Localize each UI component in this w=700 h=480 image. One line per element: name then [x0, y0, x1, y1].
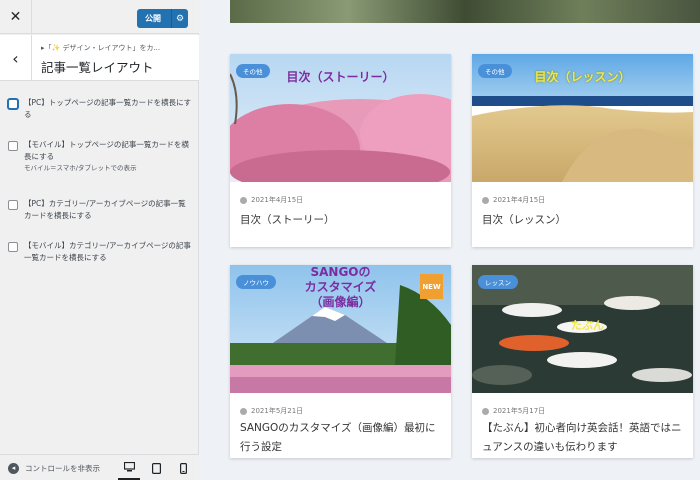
post-date: 2021年4月15日	[482, 195, 545, 205]
option-pc-top-horizontal[interactable]: 【PC】トップページの記事一覧カードを横長にする	[8, 97, 193, 121]
thumbnail-caption: 目次（ストーリー）	[286, 70, 395, 84]
card-thumbnail: ノウハウ NEW SANGOの カスタマイズ （画像編）	[230, 265, 451, 393]
date-text: 2021年4月15日	[493, 196, 546, 204]
option-label: 【PC】カテゴリー/アーカイブページの記事一覧カードを横長にする	[24, 199, 186, 220]
close-button[interactable]: ✕	[0, 0, 32, 34]
site-preview: その他 目次（ストーリー） 2021年4月15日 目次（ストーリー） その他 目…	[199, 0, 700, 480]
date-text: 2021年5月21日	[251, 407, 304, 415]
device-mobile-button[interactable]	[172, 455, 194, 480]
post-date: 2021年5月17日	[482, 406, 545, 416]
customizer-sidebar: ✕ 公開 ⚙ ‹ ▸「✨ デザイン・レイアウト」をカ... 記事一覧レイアウト …	[0, 0, 199, 480]
date-text: 2021年4月15日	[251, 196, 304, 204]
card-thumbnail: レッスン たぶん	[472, 265, 693, 393]
thumbnail-caption: SANGOの カスタマイズ （画像編）	[304, 265, 377, 309]
option-mobile-archive-horizontal[interactable]: 【モバイル】カテゴリー/アーカイブページの記事一覧カードを横長にする	[8, 240, 193, 264]
arrow-left-icon: ◂	[8, 462, 19, 474]
option-label: 【PC】トップページの記事一覧カードを横長にする	[24, 98, 192, 119]
checkbox[interactable]	[8, 141, 18, 151]
category-badge[interactable]: レッスン	[478, 275, 518, 289]
section-header: ‹ ▸「✨ デザイン・レイアウト」をカ... 記事一覧レイアウト	[0, 35, 199, 81]
gear-icon[interactable]: ⚙	[171, 9, 188, 28]
desktop-icon	[123, 461, 135, 471]
option-label: 【モバイル】トップページの記事一覧カードを横長にする	[24, 140, 189, 161]
card-title[interactable]: 目次（ストーリー）	[240, 211, 443, 230]
hide-controls-button[interactable]: ◂ コントロールを非表示	[8, 455, 100, 480]
option-mobile-top-horizontal[interactable]: 【モバイル】トップページの記事一覧カードを横長にする モバイル＝スマホ/タブレッ…	[8, 139, 193, 174]
clock-icon	[240, 407, 247, 415]
clock-icon	[482, 196, 489, 204]
checkbox[interactable]	[8, 242, 18, 252]
post-date: 2021年4月15日	[240, 195, 303, 205]
close-icon: ✕	[9, 9, 22, 25]
option-label: 【モバイル】カテゴリー/アーカイブページの記事一覧カードを横長にする	[24, 241, 191, 262]
option-description: モバイル＝スマホ/タブレットでの表示	[24, 164, 137, 172]
card-title[interactable]: SANGOのカスタマイズ（画像編）最初に行う設定	[240, 419, 443, 457]
card-thumbnail: その他 目次（ストーリー）	[230, 54, 451, 182]
post-date: 2021年5月21日	[240, 406, 303, 416]
checkbox[interactable]	[8, 99, 18, 109]
article-card[interactable]: レッスン たぶん 2021年5月17日 【たぶん】初心者向け英会話！英語ではニュ…	[472, 265, 693, 458]
option-pc-archive-horizontal[interactable]: 【PC】カテゴリー/アーカイブページの記事一覧カードを横長にする	[8, 198, 193, 222]
mobile-icon	[179, 462, 187, 474]
article-card[interactable]: その他 目次（レッスン） 2021年4月15日 目次（レッスン）	[472, 54, 693, 247]
back-button[interactable]: ‹	[0, 35, 32, 81]
checkbox[interactable]	[8, 200, 18, 210]
publish-button[interactable]: 公開 ⚙	[137, 9, 188, 28]
publish-label: 公開	[145, 14, 161, 23]
article-card[interactable]: ノウハウ NEW SANGOの カスタマイズ （画像編） 2021年5月21日 …	[230, 265, 451, 458]
chevron-left-icon: ‹	[12, 48, 19, 68]
hide-controls-label: コントロールを非表示	[25, 463, 100, 473]
breadcrumb: ▸「✨ デザイン・レイアウト」をカ...	[41, 44, 161, 52]
clock-icon	[240, 196, 247, 204]
card-title[interactable]: 【たぶん】初心者向け英会話！英語ではニュアンスの違いも伝わります	[482, 419, 685, 457]
customizer-topbar: ✕ 公開 ⚙	[0, 0, 199, 34]
card-title[interactable]: 目次（レッスン）	[482, 211, 685, 230]
hero-image	[230, 0, 700, 23]
customizer-footer: ◂ コントロールを非表示	[0, 454, 199, 480]
clock-icon	[482, 407, 489, 415]
thumbnail-caption: たぶん	[571, 319, 604, 332]
card-thumbnail: その他 目次（レッスン）	[472, 54, 693, 182]
device-tablet-button[interactable]	[145, 455, 167, 480]
section-title: 記事一覧レイアウト	[41, 60, 154, 75]
device-desktop-button[interactable]	[118, 455, 140, 480]
tablet-icon	[151, 462, 161, 474]
thumbnail-caption: 目次（レッスン）	[534, 70, 631, 84]
article-card[interactable]: その他 目次（ストーリー） 2021年4月15日 目次（ストーリー）	[230, 54, 451, 247]
date-text: 2021年5月17日	[493, 407, 546, 415]
